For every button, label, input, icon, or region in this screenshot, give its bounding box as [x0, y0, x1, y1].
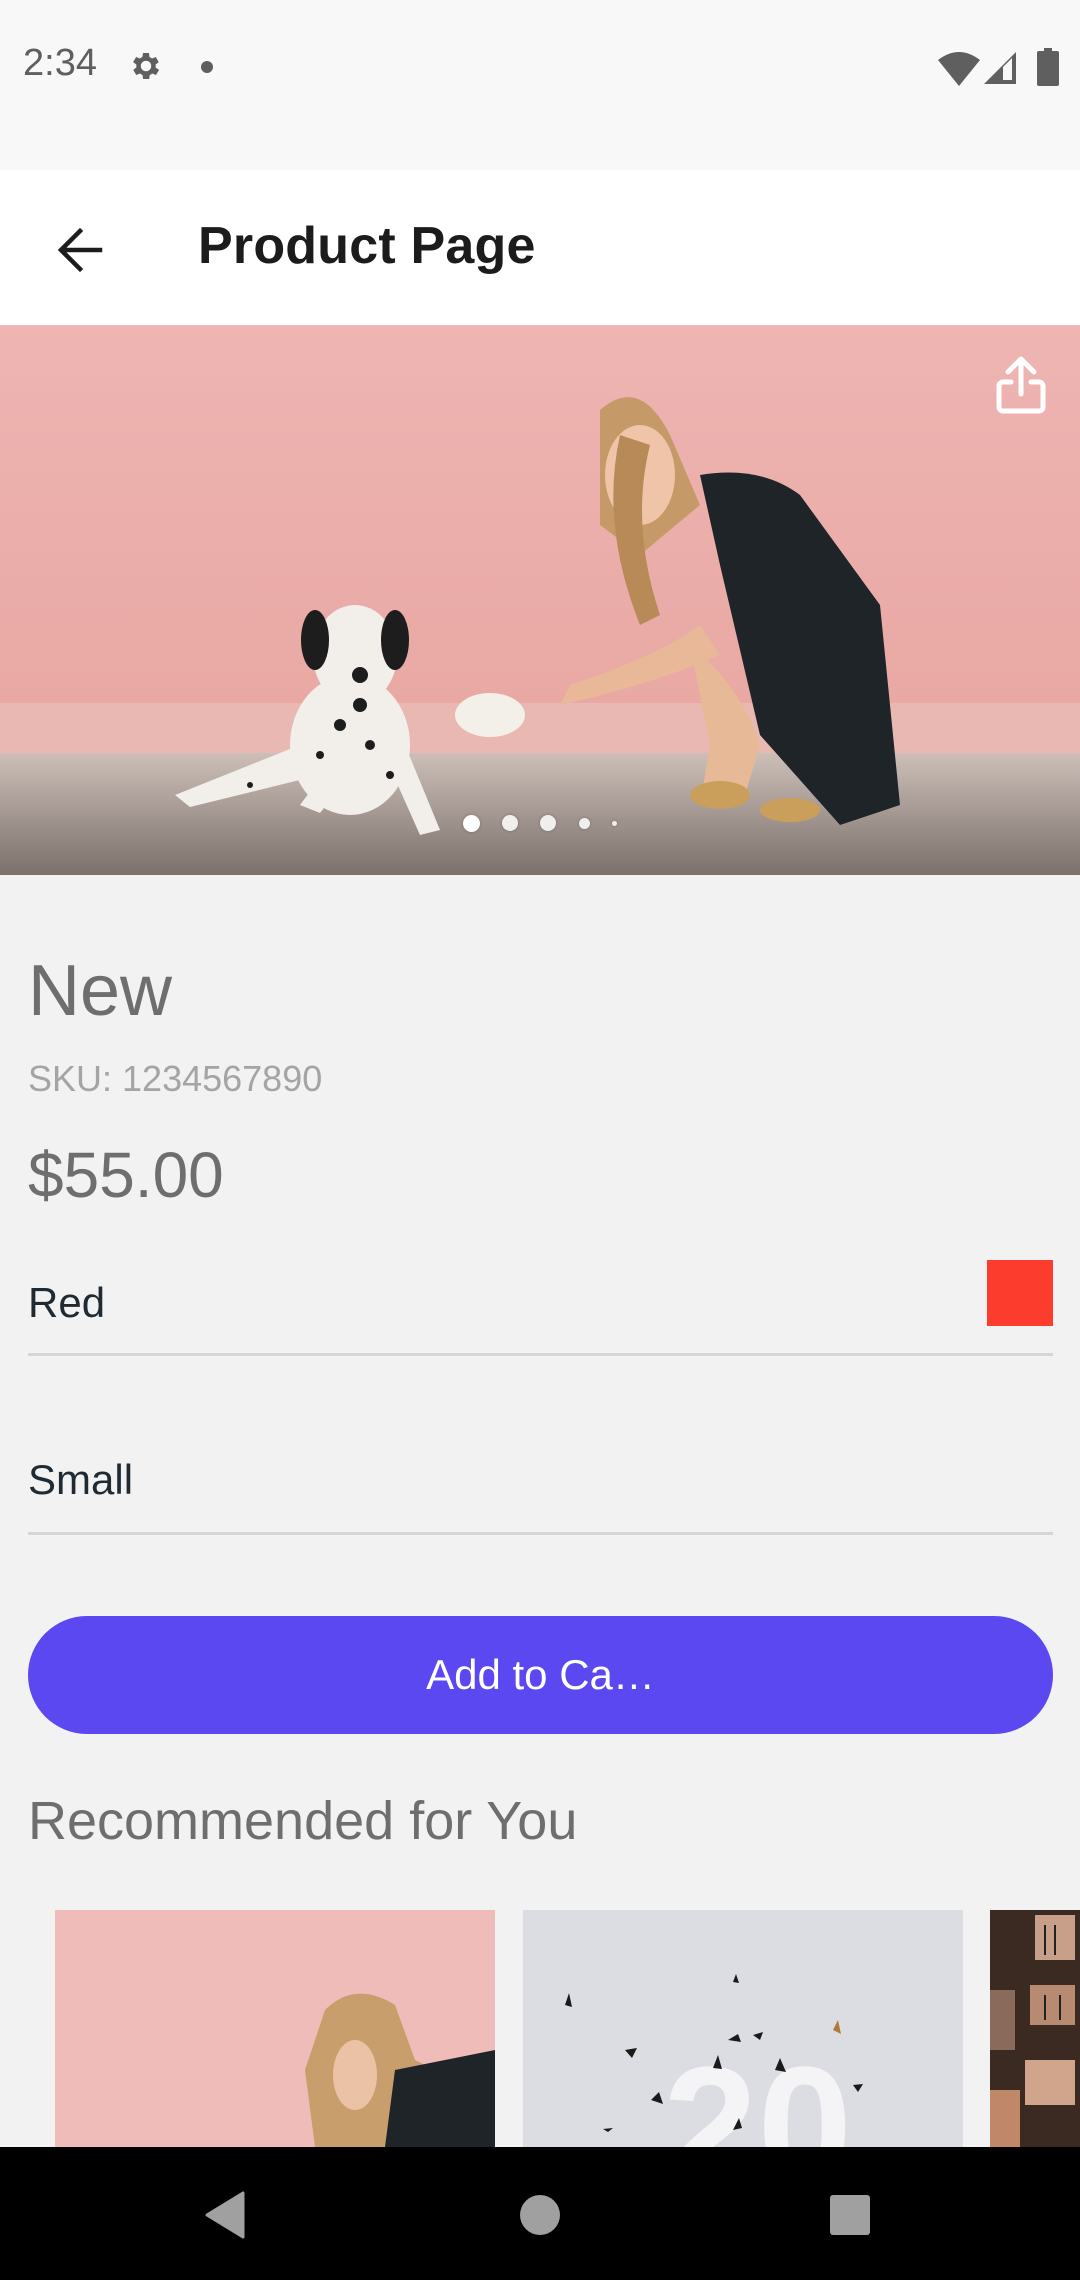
- recommended-item-image: [990, 1910, 1080, 2147]
- wifi-icon: [938, 52, 980, 86]
- color-selector[interactable]: Red: [28, 1260, 1053, 1356]
- battery-icon: [1037, 48, 1059, 86]
- recommended-item[interactable]: 20: [523, 1910, 963, 2147]
- divider: [28, 1353, 1053, 1356]
- carousel-dot[interactable]: [612, 821, 617, 826]
- back-button[interactable]: [40, 210, 120, 290]
- page-title: Product Page: [198, 217, 536, 275]
- recents-square-icon[interactable]: [828, 2193, 872, 2237]
- svg-text:20: 20: [663, 2032, 852, 2147]
- app-bar: [0, 170, 1080, 325]
- product-image-carousel[interactable]: [0, 325, 1080, 875]
- carousel-dot-active[interactable]: [463, 815, 480, 832]
- divider: [28, 1532, 1053, 1535]
- product-sku: SKU: 1234567890: [28, 1058, 323, 1099]
- recommended-item-image: 20: [523, 1910, 963, 2147]
- carousel-dot[interactable]: [579, 818, 590, 829]
- share-icon: [996, 356, 1046, 414]
- color-swatch: [987, 1260, 1053, 1326]
- recommended-item-image: [55, 1910, 495, 2147]
- product-name: New: [28, 951, 173, 1031]
- arrow-left-icon: [57, 227, 103, 273]
- recommended-title: Recommended for You: [28, 1791, 578, 1851]
- status-bar: [0, 0, 1080, 170]
- gear-icon: [133, 52, 160, 80]
- back-triangle-icon[interactable]: [203, 2191, 247, 2239]
- color-label: Red: [28, 1279, 106, 1326]
- product-price: $55.00: [28, 1139, 224, 1211]
- status-time: 2:34: [23, 42, 97, 84]
- add-to-cart-button[interactable]: Add to Ca…: [28, 1616, 1053, 1734]
- recommended-item[interactable]: [55, 1910, 495, 2147]
- share-button[interactable]: [990, 350, 1052, 420]
- product-hero-image: [0, 325, 1080, 875]
- size-selector[interactable]: Small: [28, 1440, 1053, 1535]
- carousel-dot[interactable]: [502, 815, 518, 831]
- size-label: Small: [28, 1456, 134, 1503]
- notification-dot: [201, 61, 213, 73]
- carousel-dot[interactable]: [540, 815, 556, 831]
- home-circle-icon[interactable]: [518, 2193, 562, 2237]
- signal-icon: [984, 52, 1016, 84]
- recommended-item[interactable]: [990, 1910, 1080, 2147]
